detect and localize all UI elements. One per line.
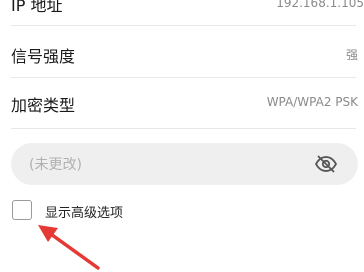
divider: [11, 128, 356, 129]
show-advanced-options[interactable]: 显示高级选项: [12, 199, 212, 223]
checkbox[interactable]: [12, 200, 32, 220]
encryption-type-value: WPA/WPA2 PSK: [266, 95, 358, 109]
show-advanced-options-label: 显示高级选项: [45, 206, 124, 221]
encryption-type-row: 加密类型 WPA/WPA2 PSK: [0, 0, 364, 129]
eye-off-icon[interactable]: [314, 153, 338, 175]
password-placeholder: (未更改): [29, 157, 82, 173]
divider: [11, 77, 356, 78]
password-input[interactable]: (未更改): [11, 143, 358, 185]
encryption-type-label: 加密类型: [11, 96, 76, 115]
